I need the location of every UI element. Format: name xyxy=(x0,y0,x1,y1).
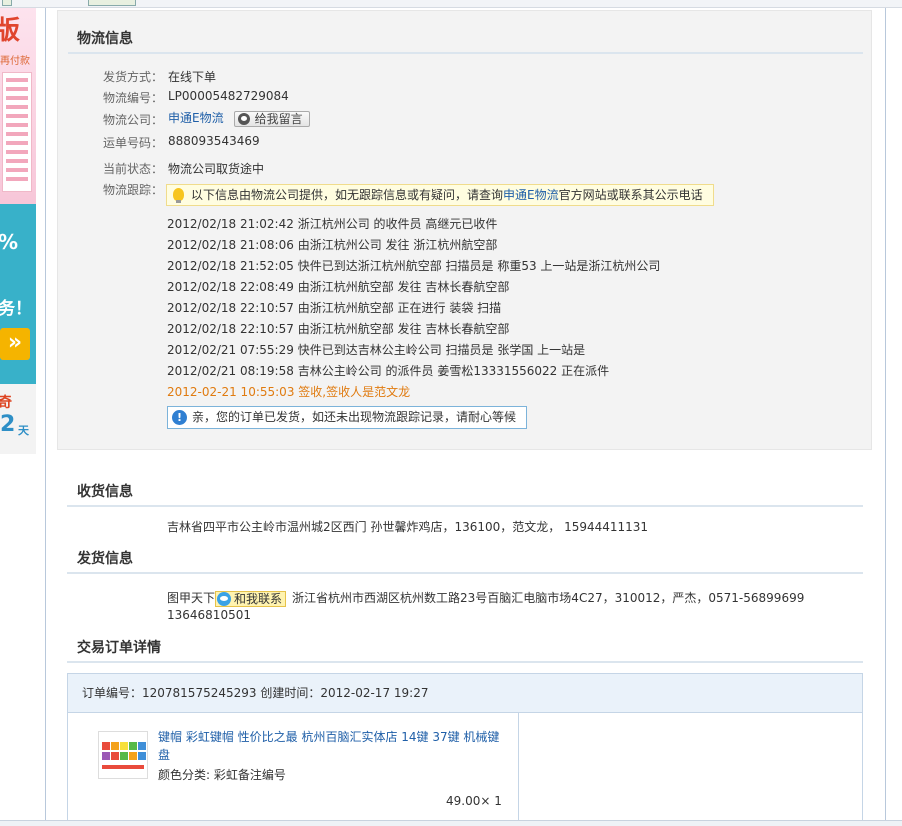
company-value: 申通E物流 给我留言 xyxy=(168,109,310,127)
order-header: 订单编号：120781575245293 创建时间：2012-02-17 19:… xyxy=(68,674,862,713)
ad-red-text: 奇 xyxy=(0,395,12,411)
order-column-divider xyxy=(518,713,519,826)
bottom-scroll-edge xyxy=(0,820,902,826)
ad-banner-grey[interactable]: 奇 2 天 xyxy=(0,384,36,454)
content-frame-right-border xyxy=(885,8,886,826)
product-sku: 颜色分类: 彩虹备注编号 xyxy=(158,768,286,782)
notice-text: 亲，您的订单已发货，如还未出现物流跟踪记录，请耐心等候 xyxy=(192,410,517,424)
ad-banner-teal[interactable]: % 务！ » xyxy=(0,204,36,384)
receive-divider xyxy=(67,505,863,507)
ad-percent: % xyxy=(0,230,19,254)
browser-top-strip xyxy=(0,0,902,8)
ad-arrow-button[interactable]: » xyxy=(0,328,30,360)
receive-address: 吉林省四平市公主岭市温州城2区西门 孙世馨炸鸡店，136100，范文龙， 159… xyxy=(167,520,649,534)
tracking-event: 2012/02/18 21:08:06 由浙江杭州公司 发往 浙江杭州航空部 xyxy=(167,238,498,252)
logistics-title: 物流信息 xyxy=(77,31,133,47)
left-side-advertisement[interactable]: 版 再付款 % 务！ » 奇 2 天 xyxy=(0,8,36,454)
status-value: 物流公司取货途中 xyxy=(168,162,265,176)
logistics-panel: 物流信息 发货方式： 在线下单 物流编号： LP00005482729084 物… xyxy=(57,10,872,450)
logistics-no-value: LP00005482729084 xyxy=(168,89,289,103)
tracking-event: 2012/02/18 22:10:57 由浙江杭州航空部 发往 吉林长春航空部 xyxy=(167,322,510,336)
company-link[interactable]: 申通E物流 xyxy=(168,111,224,125)
tracking-label: 物流跟踪： xyxy=(102,183,163,197)
ship-line: 图甲天下 和我联系 浙江省杭州市西湖区杭州数工路23号百脑汇电脑市场4C27，310… xyxy=(167,589,804,607)
waybill-value: 888093543469 xyxy=(168,134,260,148)
ship-address: 浙江省杭州市西湖区杭州数工路23号百脑汇电脑市场4C27，310012，严杰，0… xyxy=(292,591,805,605)
tracking-tip: 以下信息由物流公司提供，如无跟踪信息或有疑问，请查询申通E物流官方网站或联系其公… xyxy=(166,184,714,206)
waybill-label: 运单号码： xyxy=(102,136,163,150)
order-table: 订单编号：120781575245293 创建时间：2012-02-17 19:… xyxy=(67,673,863,826)
tracking-event: 2012/02/18 21:02:42 浙江杭州公司 的收件员 高继元已收件 xyxy=(167,217,498,231)
tracking-event: 2012/02/18 21:52:05 快件已到达浙江杭州航空部 扫描员是 称重… xyxy=(167,259,661,273)
ship-phone: 13646810501 xyxy=(167,608,251,622)
product-title-link[interactable]: 键帽 彩虹键帽 性价比之最 杭州百脑汇实体店 14键 37键 机械键盘 xyxy=(158,728,503,764)
ship-method-label: 发货方式： xyxy=(102,70,163,84)
tab-button[interactable] xyxy=(88,0,136,6)
logistics-no-label: 物流编号： xyxy=(102,91,163,105)
ad-days-unit: 天 xyxy=(18,424,29,437)
content-frame-left-border xyxy=(45,8,46,826)
ad-banner-pink[interactable]: 版 再付款 xyxy=(0,8,36,204)
tracking-event: 2012/02/18 22:10:57 由浙江杭州航空部 正在进行 装袋 扫描 xyxy=(167,301,502,315)
logistics-divider xyxy=(68,52,863,54)
ship-divider xyxy=(67,572,863,574)
ship-title: 发货信息 xyxy=(77,551,133,567)
info-icon: ! xyxy=(172,410,187,425)
tracking-event: 2012/02/21 08:19:58 吉林公主岭公司 的派件员 姜雪松1333… xyxy=(167,364,610,378)
tip-prefix: 以下信息由物流公司提供，如无跟踪信息或有疑问，请查询 xyxy=(191,188,504,202)
order-divider xyxy=(67,661,863,663)
tracking-event: 2012/02/21 07:55:29 快件已到达吉林公主岭公司 扫描员是 张学… xyxy=(167,343,586,357)
leave-message-button[interactable]: 给我留言 xyxy=(233,110,310,127)
product-thumbnail[interactable] xyxy=(98,731,148,779)
tab-icon[interactable] xyxy=(2,0,12,6)
status-label: 当前状态： xyxy=(102,162,163,176)
order-title: 交易订单详情 xyxy=(77,640,161,656)
tracking-event-signed: 2012-02-21 10:55:03 签收,签收人是范文龙 xyxy=(167,385,411,399)
ad-subtext: 再付款 xyxy=(0,56,30,67)
tracking-event: 2012/02/18 22:08:49 由浙江杭州航空部 发往 吉林长春航空部 xyxy=(167,280,510,294)
ad-days-number: 2 xyxy=(0,412,16,437)
tip-company-link[interactable]: 申通E物流 xyxy=(503,188,559,202)
tip-suffix: 官方网站或联系其公示电话 xyxy=(558,188,703,202)
receive-title: 收货信息 xyxy=(77,484,133,500)
sender-name: 图甲天下 xyxy=(167,591,216,605)
ad-service-text: 务！ xyxy=(0,299,32,319)
contact-me-label: 和我联系 xyxy=(234,591,283,606)
ad-headline: 版 xyxy=(0,16,20,46)
leave-message-label: 给我留言 xyxy=(254,111,303,126)
ad-product-card xyxy=(2,72,32,192)
product-price-qty: 49.00× 1 xyxy=(446,794,502,808)
company-label: 物流公司： xyxy=(102,113,163,127)
shipped-notice: ! 亲，您的订单已发货，如还未出现物流跟踪记录，请耐心等候 xyxy=(167,406,528,429)
ship-method-value: 在线下单 xyxy=(168,70,217,84)
contact-me-button[interactable]: 和我联系 xyxy=(215,590,287,607)
lightbulb-icon xyxy=(173,188,184,203)
qq-icon xyxy=(237,112,250,125)
wangwang-icon xyxy=(217,591,232,606)
